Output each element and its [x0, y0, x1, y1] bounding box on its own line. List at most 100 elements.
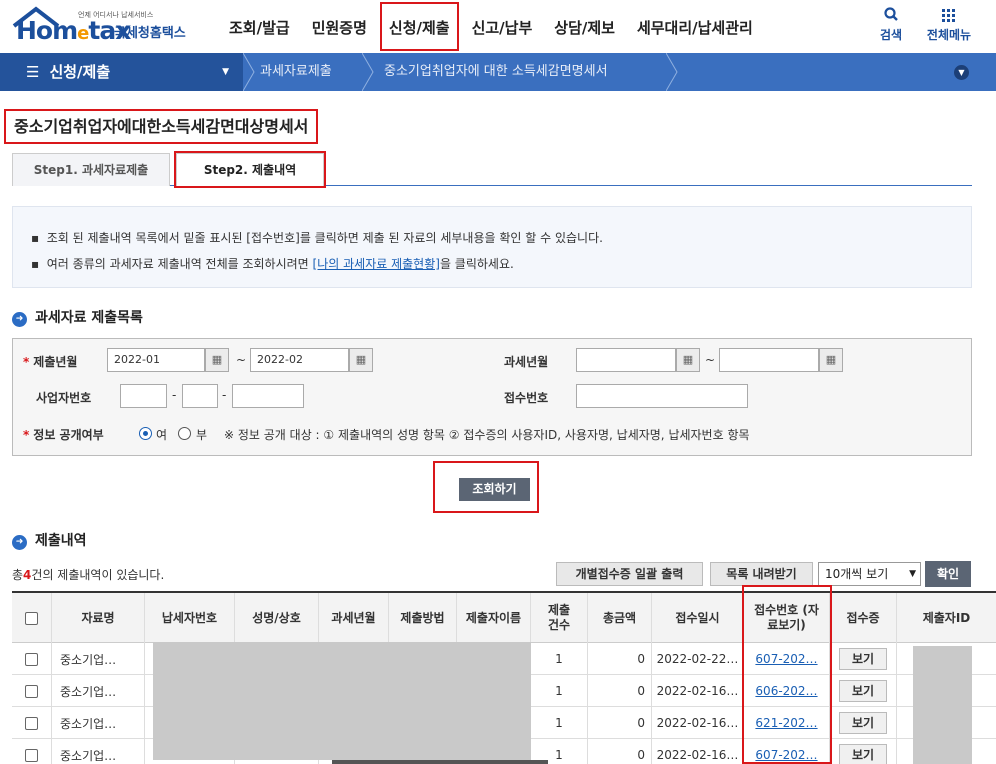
grid-menu-icon — [942, 9, 955, 22]
calendar-icon[interactable]: ▦ — [676, 348, 700, 372]
arrow-circle-icon: ➜ — [12, 312, 27, 327]
calendar-icon[interactable]: ▦ — [349, 348, 373, 372]
search-form: * 제출년월 2022-01 ▦ ~ 2022-02 ▦ 과세년월 ▦ ~ ▦ 사… — [12, 338, 972, 456]
cell-name: 중소기업… — [52, 643, 145, 675]
select-all-checkbox[interactable] — [25, 611, 38, 625]
horizontal-scrollbar[interactable] — [332, 760, 548, 764]
all-menu-shortcut[interactable]: 전체메뉴 — [923, 4, 975, 43]
nav-certificate[interactable]: 민원증명 — [301, 0, 378, 53]
masked-personal-info — [153, 642, 531, 760]
tax-ym-label: 과세년월 — [504, 355, 549, 369]
receipt-no-input[interactable] — [576, 384, 748, 408]
view-receipt-button[interactable]: 보기 — [839, 744, 887, 764]
results-table: 자료명 납세자번호 성명/상호 과세년월 제출방법 제출자이름 제출 건수 총금… — [12, 591, 996, 643]
tab-step2[interactable]: Step2. 제출내역 — [174, 151, 326, 188]
calendar-icon[interactable]: ▦ — [205, 348, 229, 372]
col-amount: 총금액 — [588, 593, 652, 643]
view-receipt-button[interactable]: 보기 — [839, 680, 887, 702]
global-nav: 조회/발급 민원증명 신청/제출 신고/납부 상담/제보 세무대리/납세관리 — [218, 0, 764, 53]
nav-consult[interactable]: 상담/제보 — [543, 0, 626, 53]
row-checkbox[interactable] — [25, 716, 38, 730]
disclosure-yes-label: 여 — [156, 428, 168, 442]
col-method: 제출방법 — [389, 593, 457, 643]
disclosure-no-radio[interactable] — [178, 427, 191, 440]
cell-count: 1 — [531, 675, 588, 707]
search-shortcut[interactable]: 검색 — [880, 4, 902, 43]
submit-to-input[interactable]: 2022-02 — [250, 348, 349, 372]
disclosure-label: * 정보 공개여부 — [23, 428, 104, 442]
search-button-highlight: 조회하기 — [433, 461, 539, 513]
arrow-circle-icon: ➜ — [12, 535, 27, 550]
tax-to-input[interactable] — [719, 348, 819, 372]
row-checkbox[interactable] — [25, 684, 38, 698]
caret-down-icon: ▼ — [222, 67, 229, 77]
header: Hometax 언제 어디서나 납세서비스 국세청홈택스 조회/발급 민원증명 … — [0, 0, 996, 53]
subnav-menu-label: 신청/제출 — [49, 63, 111, 81]
info-line-1: ▪ 조회 된 제출내역 목록에서 밑줄 표시된 [접수번호]를 클릭하면 제출 … — [31, 231, 603, 245]
col-tax-ym: 과세년월 — [319, 593, 389, 643]
chevron-down-icon: ▼ — [909, 569, 916, 579]
col-taxpayer-no: 납세자번호 — [145, 593, 235, 643]
search-button[interactable]: 조회하기 — [459, 478, 530, 501]
bulk-print-receipts-button[interactable]: 개별접수증 일괄 출력 — [556, 562, 703, 586]
biz-no-part1[interactable] — [120, 384, 167, 408]
col-submitter-id: 제출자ID — [922, 610, 971, 625]
cell-amount: 0 — [588, 675, 652, 707]
disclosure-no-label: 부 — [196, 428, 208, 442]
search-label: 검색 — [880, 28, 903, 42]
confirm-button[interactable]: 확인 — [925, 561, 971, 587]
cell-amount: 0 — [588, 739, 652, 764]
range-tilde: ~ — [236, 353, 247, 367]
cell-date: 2022-02-16… — [652, 739, 744, 764]
breadcrumb-current[interactable]: 중소기업취업자에 대한 소득세감면명세서 — [384, 53, 608, 91]
row-checkbox-cell — [12, 739, 52, 764]
biz-no-part3[interactable] — [232, 384, 304, 408]
logo-e: e — [77, 23, 89, 44]
submit-from-input[interactable]: 2022-01 — [107, 348, 205, 372]
page-size-select[interactable]: 10개씩 보기 ▼ — [818, 562, 921, 586]
cell-name: 중소기업… — [52, 739, 145, 764]
cell-date: 2022-02-22… — [652, 643, 744, 675]
cell-name: 중소기업… — [52, 707, 145, 739]
my-tax-data-status-link[interactable]: [나의 과세자료 제출현황] — [313, 257, 440, 271]
cell-name: 중소기업… — [52, 675, 145, 707]
disclosure-note: ※ 정보 공개 대상 : ① 제출내역의 성명 항목 ② 접수증의 사용자ID,… — [224, 428, 750, 442]
breadcrumb-chevron-icon — [362, 53, 374, 91]
tax-from-input[interactable] — [576, 348, 676, 372]
receipt-no-label: 접수번호 — [504, 391, 549, 405]
row-checkbox-cell — [12, 675, 52, 707]
calendar-icon[interactable]: ▦ — [819, 348, 843, 372]
dash: - — [172, 388, 177, 402]
breadcrumb-tax-data[interactable]: 과세자료제출 — [260, 53, 332, 91]
cell-date: 2022-02-16… — [652, 707, 744, 739]
hometax-logo[interactable]: Hometax 언제 어디서나 납세서비스 국세청홈택스 — [12, 6, 197, 46]
receipt-cell: 보기 — [830, 707, 897, 739]
table-header: 자료명 납세자번호 성명/상호 과세년월 제출방법 제출자이름 제출 건수 총금… — [12, 593, 996, 643]
nav-report-payment[interactable]: 신고/납부 — [461, 0, 544, 53]
nav-inquiry[interactable]: 조회/발급 — [218, 0, 301, 53]
masked-submitter-id — [913, 646, 972, 764]
download-list-button[interactable]: 목록 내려받기 — [710, 562, 813, 586]
subnav-menu-dropdown[interactable]: ☰ 신청/제출 ▼ — [0, 53, 243, 91]
section-heading-history: ➜ 제출내역 — [12, 530, 87, 550]
step-tabs: Step1. 과세자료제출 Step2. 제출내역 — [12, 151, 972, 188]
disclosure-yes-radio[interactable] — [139, 427, 152, 440]
view-receipt-button[interactable]: 보기 — [839, 648, 887, 670]
info-box: ▪ 조회 된 제출내역 목록에서 밑줄 표시된 [접수번호]를 클릭하면 제출 … — [12, 206, 972, 288]
subnav-expand-button[interactable]: ▼ — [954, 65, 969, 80]
search-icon — [884, 7, 898, 21]
nav-application[interactable]: 신청/제출 — [378, 0, 461, 53]
col-name: 성명/상호 — [235, 593, 319, 643]
tab-step1[interactable]: Step1. 과세자료제출 — [12, 153, 170, 186]
row-checkbox[interactable] — [25, 652, 38, 666]
all-menu-label: 전체메뉴 — [926, 28, 972, 42]
logo-agency: 국세청홈택스 — [114, 26, 186, 41]
total-count-text: 총4건의 제출내역이 있습니다. — [12, 568, 165, 582]
hamburger-icon: ☰ — [26, 63, 40, 81]
row-checkbox[interactable] — [25, 748, 38, 762]
receipt-cell: 보기 — [830, 643, 897, 675]
nav-tax-agent[interactable]: 세무대리/납세관리 — [626, 0, 764, 53]
row-checkbox-cell — [12, 643, 52, 675]
biz-no-part2[interactable] — [182, 384, 218, 408]
view-receipt-button[interactable]: 보기 — [839, 712, 887, 734]
